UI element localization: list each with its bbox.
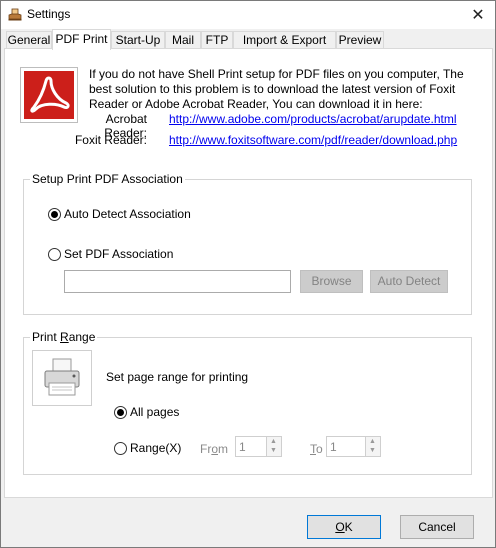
to-page-stepper[interactable]: 1 ▲ ▼ (326, 436, 381, 457)
print-range-title: Print Range (30, 330, 98, 344)
auto-detect-radio[interactable]: Auto Detect Association (48, 207, 191, 221)
print-association-group: Setup Print PDF Association Auto Detect … (23, 172, 472, 315)
auto-detect-button[interactable]: Auto Detect (370, 270, 448, 293)
browse-button[interactable]: Browse (300, 270, 363, 293)
pdf-print-panel: If you do not have Shell Print setup for… (4, 48, 493, 498)
print-range-group: Print Range Set page range for printing … (23, 330, 472, 475)
tab-import-export-label: Import & Export (242, 33, 327, 47)
from-page-value: 1 (239, 440, 246, 454)
pdf-path-input[interactable] (64, 270, 291, 293)
tab-start-up-label: Start-Up (115, 33, 161, 47)
tab-preview[interactable]: Preview (336, 31, 384, 49)
spin-up-icon[interactable]: ▲ (369, 438, 376, 446)
print-range-title-suffix: ange (68, 330, 96, 344)
set-pdf-radio[interactable]: Set PDF Association (48, 247, 173, 261)
tab-start-up[interactable]: Start-Up (111, 31, 165, 49)
print-range-title-prefix: Print (32, 330, 61, 344)
all-pages-radio-label: All pages (130, 405, 180, 419)
to-label-suffix: o (316, 442, 323, 456)
from-page-stepper[interactable]: 1 ▲ ▼ (235, 436, 282, 457)
app-icon (7, 6, 23, 22)
acrobat-reader-link[interactable]: http://www.adobe.com/products/acrobat/ar… (169, 112, 457, 126)
settings-window: Settings ✕ General PDF Print Start-Up Ma… (0, 0, 496, 548)
tab-mail[interactable]: Mail (165, 31, 201, 49)
set-pdf-radio-circle[interactable] (48, 247, 61, 261)
auto-detect-radio-circle[interactable] (48, 207, 61, 221)
to-page-value: 1 (330, 440, 337, 454)
tab-ftp-label: FTP (205, 33, 229, 47)
range-radio-label: Range(X) (130, 441, 182, 455)
print-range-title-accel: R (60, 330, 69, 344)
tab-strip: General PDF Print Start-Up Mail FTP Impo… (3, 29, 493, 50)
tab-ftp[interactable]: FTP (201, 31, 233, 49)
window-title: Settings (27, 7, 71, 21)
print-range-description: Set page range for printing (106, 370, 249, 384)
cancel-button[interactable]: Cancel (400, 515, 474, 539)
from-stepper-arrows[interactable]: ▲ ▼ (266, 437, 281, 456)
set-pdf-radio-label: Set PDF Association (64, 247, 174, 261)
all-pages-radio[interactable]: All pages (114, 405, 179, 419)
range-radio-circle[interactable] (114, 441, 127, 455)
from-label-accel: o (211, 442, 219, 456)
spin-up-icon[interactable]: ▲ (270, 438, 277, 446)
auto-detect-radio-label: Auto Detect Association (64, 207, 191, 221)
printer-image (32, 350, 92, 406)
ok-button-accel: O (335, 520, 345, 534)
tab-general[interactable]: General (6, 31, 52, 49)
to-stepper-arrows[interactable]: ▲ ▼ (365, 437, 380, 456)
from-label-prefix: Fr (200, 442, 212, 456)
tab-preview-label: Preview (338, 33, 382, 47)
download-info-text: If you do not have Shell Print setup for… (89, 67, 464, 111)
tab-mail-label: Mail (171, 33, 194, 47)
foxit-reader-link[interactable]: http://www.foxitsoftware.com/pdf/reader/… (169, 133, 457, 147)
all-pages-radio-circle[interactable] (114, 405, 127, 419)
title-bar: Settings ✕ (1, 1, 495, 29)
printer-icon (44, 358, 80, 396)
association-group-title: Setup Print PDF Association (30, 172, 185, 186)
tab-import-export[interactable]: Import & Export (233, 31, 336, 49)
close-button[interactable]: ✕ (461, 1, 495, 29)
tab-pdf-print[interactable]: PDF Print (52, 29, 111, 50)
tab-pdf-print-label: PDF Print (55, 32, 108, 46)
to-label: To (310, 442, 323, 456)
ok-button[interactable]: OK (307, 515, 381, 539)
spin-down-icon[interactable]: ▼ (270, 447, 277, 455)
close-icon: ✕ (471, 7, 485, 24)
spin-down-icon[interactable]: ▼ (369, 447, 376, 455)
ok-button-suffix: K (344, 520, 353, 534)
foxit-reader-label: Foxit Reader: (74, 133, 147, 147)
from-label-suffix: m (218, 442, 229, 456)
from-label: From (200, 442, 228, 456)
tab-general-label: General (7, 33, 51, 47)
range-radio[interactable]: Range(X) (114, 441, 181, 455)
